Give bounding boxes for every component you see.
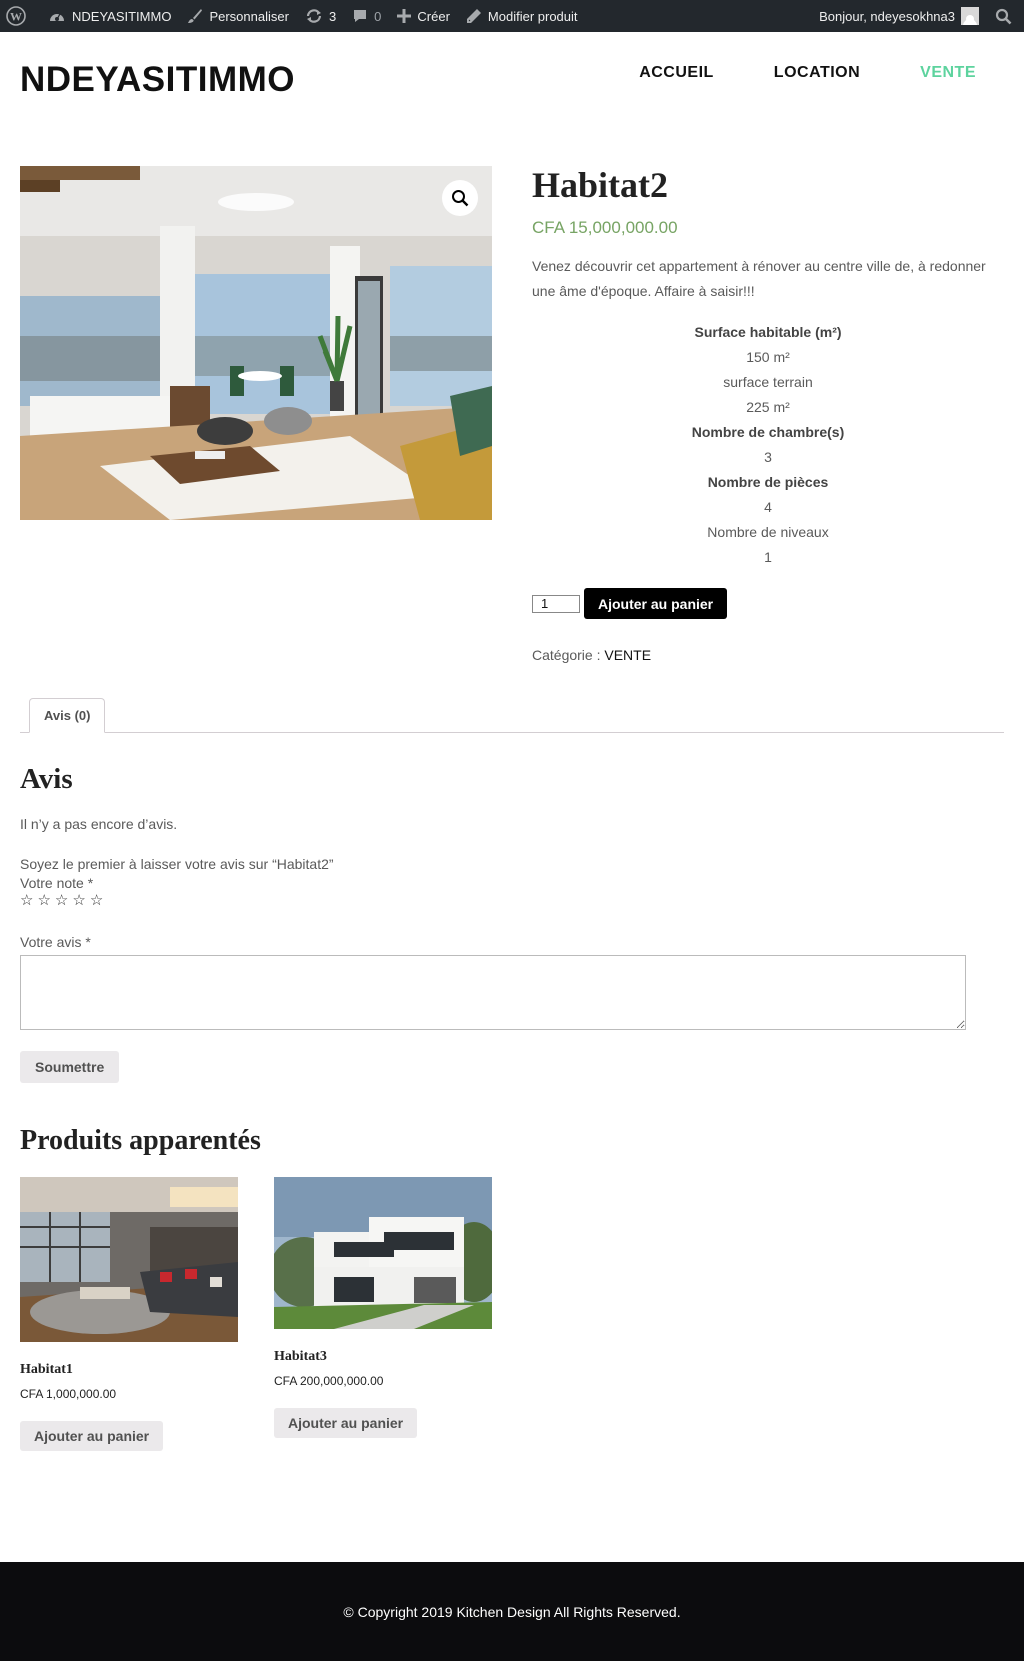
spec-value: 1 [764,549,772,565]
star-rating: ☆ ☆ ☆ ☆ ☆ [20,893,966,908]
spec-value: 3 [764,449,772,465]
updates-icon [306,9,322,23]
submit-review-button[interactable]: Soumettre [20,1051,120,1083]
adminbar-comments-link[interactable]: 0 [344,0,389,32]
product-specs: Surface habitable (m²) 150 m² surface te… [532,320,1004,570]
adminbar-edit-product-link[interactable]: Modifier produit [458,0,586,32]
category-link[interactable]: VENTE [604,647,651,663]
adminbar-comments-count: 0 [374,8,382,24]
adminbar-customize-link[interactable]: Personnaliser [179,0,297,32]
related-product-name[interactable]: Habitat1 [20,1362,238,1378]
add-to-cart-button[interactable]: Ajouter au panier [584,588,728,619]
tab-reviews[interactable]: Avis (0) [29,698,106,733]
adminbar-edit-product-label: Modifier produit [487,8,578,24]
related-title: Produits apparentés [20,1125,261,1156]
adminbar-search-icon[interactable] [987,0,1024,32]
related-product-card[interactable]: Habitat1 CFA 1,000,000.00 Ajouter au pan… [20,1177,238,1451]
avatar [961,7,979,25]
spec-value: 150 m² [746,349,790,365]
adminbar-new-link[interactable]: Créer [389,0,458,32]
related-product-image[interactable] [274,1177,492,1329]
category-label: Catégorie : [532,647,601,663]
adminbar-updates-count: 3 [328,8,337,24]
product-category: Catégorie : VENTE [532,647,1004,663]
svg-text:W: W [10,10,22,24]
spec-label: Nombre de pièces [707,474,829,490]
nav-item-location[interactable]: LOCATION [774,64,860,82]
adminbar-account-link[interactable]: Bonjour, ndeyesokhna3 [811,0,987,32]
product-title: Habitat2 [532,165,669,205]
related-product-price: CFA 200,000,000.00 [274,1374,384,1388]
product-short-description: Venez découvrir cet appartement à rénove… [532,258,986,299]
comment-icon [354,10,367,22]
comment-label: Votre avis * [20,934,91,950]
related-add-to-cart-button[interactable]: Ajouter au panier [274,1408,418,1438]
comment-field[interactable] [20,955,966,1030]
star-5-icon[interactable]: ☆ [90,893,103,908]
star-1-icon[interactable]: ☆ [20,893,33,908]
related-products: Produits apparentés Habitat1 CFA 1,000,0… [20,1125,1004,1451]
wordpress-logo-icon[interactable]: W [0,0,40,32]
review-intro: Soyez le premier à laisser votre avis su… [20,856,334,872]
spec-label: surface terrain [723,374,813,390]
quantity-input[interactable] [532,594,580,613]
adminbar-customize-label: Personnaliser [209,8,289,24]
adminbar-greeting: Bonjour, ndeyesokhna3 [819,8,955,24]
pencil-icon [466,9,481,23]
nav-item-vente[interactable]: VENTE [920,64,976,82]
related-product-name[interactable]: Habitat3 [274,1349,492,1365]
spec-value: 4 [764,499,772,515]
adminbar-updates-link[interactable]: 3 [297,0,344,32]
reviews-title: Avis [20,763,73,795]
star-2-icon[interactable]: ☆ [37,893,50,908]
nav-item-accueil[interactable]: ACCUEIL [639,64,714,82]
related-product-price: CFA 1,000,000.00 [20,1387,117,1401]
star-4-icon[interactable]: ☆ [72,893,85,908]
plus-icon [397,9,412,23]
reviews-section: Avis Il n’y a pas encore d’avis. Soyez l… [20,763,966,1083]
brush-icon [188,9,203,23]
adminbar-site-link[interactable]: NDEYASITIMMO [40,0,179,32]
product-summary: Habitat2 CFA 15,000,000.00 Venez découvr… [532,164,1004,663]
site-footer: © Copyright 2019 Kitchen Design All Righ… [0,1562,1024,1661]
adminbar-site-name: NDEYASITIMMO [72,8,172,24]
adminbar-new-label: Créer [417,8,450,24]
spec-label: Nombre de niveaux [707,524,829,540]
spec-value: 225 m² [746,399,790,415]
no-reviews-text: Il n’y a pas encore d’avis. [20,816,178,832]
related-product-image[interactable] [20,1177,238,1342]
spec-label: Surface habitable (m²) [694,324,842,340]
rating-label: Votre note * [20,875,94,891]
star-3-icon[interactable]: ☆ [55,893,68,908]
dashboard-icon [50,13,64,21]
product-price: CFA 15,000,000.00 [532,218,678,237]
admin-bar: W NDEYASITIMMO Personnaliser 3 0 Créer M… [0,0,1024,32]
site-title[interactable]: NDEYASITIMMO [20,60,295,100]
add-to-cart-form: Ajouter au panier [532,588,1004,619]
zoom-icon[interactable] [442,180,478,216]
main-nav: ACCUEIL LOCATION VENTE [579,64,976,82]
related-add-to-cart-button[interactable]: Ajouter au panier [20,1421,164,1451]
spec-label: Nombre de chambre(s) [691,424,845,440]
product-image[interactable] [20,166,492,520]
related-product-card[interactable]: Habitat3 CFA 200,000,000.00 Ajouter au p… [274,1177,492,1438]
product-tabs: Avis (0) [20,698,1004,733]
footer-copyright: © Copyright 2019 Kitchen Design All Righ… [343,1603,681,1620]
